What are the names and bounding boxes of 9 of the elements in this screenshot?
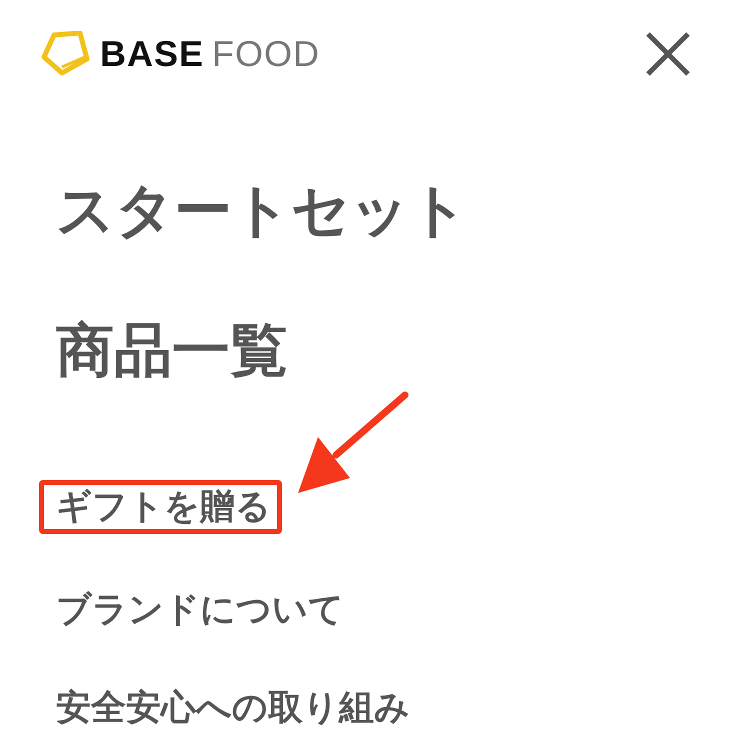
menu-link[interactable]: 安全安心への取り組み (56, 686, 410, 730)
logo-text: BASE (100, 33, 204, 75)
pentagon-logo-icon (40, 31, 90, 77)
menu-link[interactable]: ギフトを贈る (39, 480, 282, 534)
menu-link[interactable]: 商品一覧 (56, 315, 288, 385)
menu-link[interactable]: ブランドについて (56, 588, 344, 632)
logo-text: FOOD (212, 33, 320, 75)
close-button[interactable] (644, 30, 692, 78)
menu-link[interactable]: スタートセット (56, 175, 468, 245)
